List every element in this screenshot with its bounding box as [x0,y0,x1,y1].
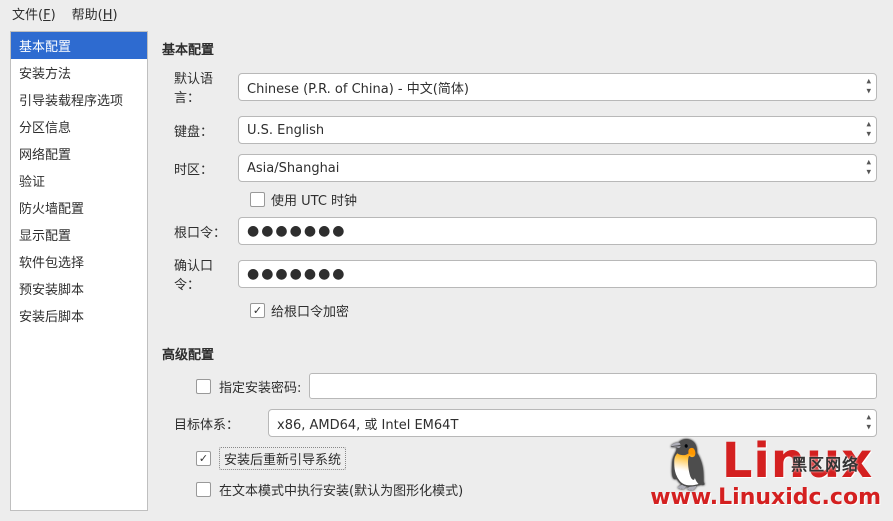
label-utc: 使用 UTC 时钟 [271,190,357,209]
confirm-password-value: ●●●●●●● [247,266,347,282]
sidebar-item[interactable]: 软件包选择 [11,248,147,275]
label-confirm-password: 确认口令： [162,255,238,293]
section-title-basic: 基本配置 [162,39,877,58]
checkbox-text-mode[interactable] [196,482,211,497]
main-panel: 基本配置 默认语言： Chinese (P.R. of China) - 中文(… [158,31,883,511]
combo-default-language-value: Chinese (P.R. of China) - 中文(简体) [247,78,469,97]
label-interactive-mode: 在互动模式中执行安装 [219,509,349,511]
label-keyboard: 键盘： [162,121,238,140]
chevron-up-down-icon: ▴▾ [866,78,871,97]
sidebar-item[interactable]: 引导装载程序选项 [11,86,147,113]
combo-keyboard[interactable]: U.S. English [238,116,877,144]
checkbox-utc[interactable] [250,192,265,207]
chevron-up-down-icon: ▴▾ [866,121,871,140]
label-encrypt-root-password: 给根口令加密 [271,301,349,320]
sidebar-item[interactable]: 验证 [11,167,147,194]
checkbox-specify-install-password[interactable] [196,379,211,394]
sidebar-item[interactable]: 安装方法 [11,59,147,86]
menu-file[interactable]: 文件(F) [12,4,56,23]
sidebar-item[interactable]: 网络配置 [11,140,147,167]
root-password-value: ●●●●●●● [247,223,347,239]
sidebar-item[interactable]: 预安装脚本 [11,275,147,302]
sidebar-item[interactable]: 显示配置 [11,221,147,248]
sidebar-item[interactable]: 分区信息 [11,113,147,140]
sidebar-item[interactable]: 防火墙配置 [11,194,147,221]
chevron-up-down-icon: ▴▾ [866,414,871,433]
label-default-language: 默认语言： [162,68,238,106]
section-title-advanced: 高级配置 [162,344,877,363]
input-install-password[interactable] [309,373,877,399]
combo-target-arch-value: x86, AMD64, 或 Intel EM64T [277,414,458,433]
label-target-arch: 目标体系： [174,414,260,433]
menubar: 文件(F) 帮助(H) [0,0,893,31]
combo-timezone[interactable]: Asia/Shanghai [238,154,877,182]
combo-timezone-value: Asia/Shanghai [247,161,339,176]
input-confirm-password[interactable]: ●●●●●●● [238,260,877,288]
label-text-mode: 在文本模式中执行安装(默认为图形化模式) [219,480,463,499]
label-root-password: 根口令： [162,222,238,241]
chevron-up-down-icon: ▴▾ [866,159,871,178]
label-reboot-after-install: 安装后重新引导系统 [219,447,346,470]
input-root-password[interactable]: ●●●●●●● [238,217,877,245]
combo-keyboard-value: U.S. English [247,123,324,138]
sidebar-item[interactable]: 基本配置 [11,32,147,59]
checkbox-reboot-after-install[interactable] [196,451,211,466]
checkbox-encrypt-root-password[interactable] [250,303,265,318]
label-timezone: 时区： [162,159,238,178]
label-specify-install-password: 指定安装密码: [219,377,301,396]
combo-default-language[interactable]: Chinese (P.R. of China) - 中文(简体) [238,73,877,101]
menu-help[interactable]: 帮助(H) [72,4,118,23]
combo-target-arch[interactable]: x86, AMD64, 或 Intel EM64T [268,409,877,437]
sidebar-item[interactable]: 安装后脚本 [11,302,147,329]
sidebar: 基本配置安装方法引导装载程序选项分区信息网络配置验证防火墙配置显示配置软件包选择… [10,31,148,511]
